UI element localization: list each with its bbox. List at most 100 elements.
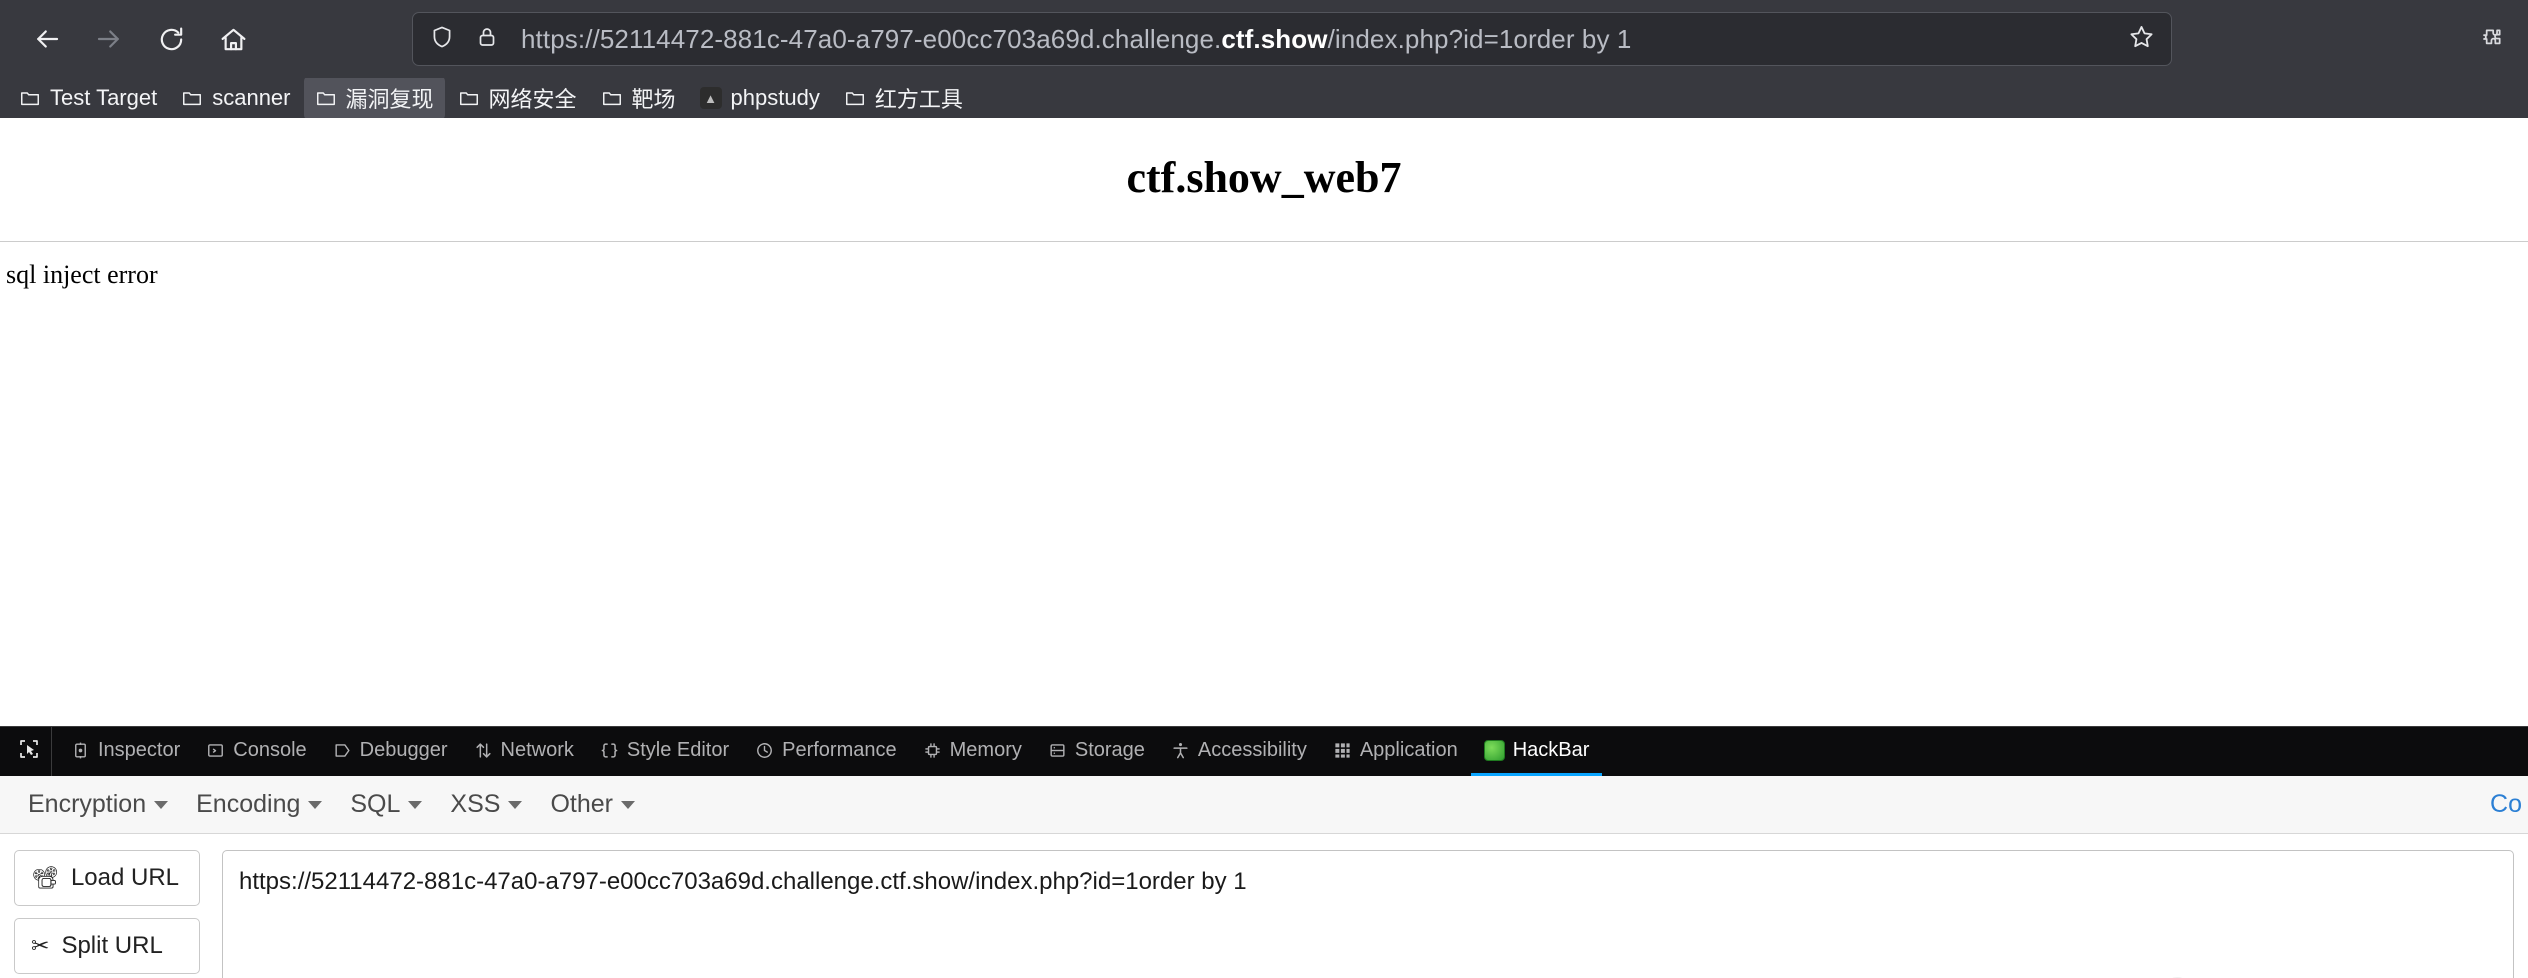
hackbar-menu-label: Other — [550, 790, 613, 818]
hackbar-panel: Encryption Encoding SQL XSS Other Co 📽 L… — [0, 776, 2528, 978]
folder-icon — [458, 87, 480, 109]
site-favicon: ▲ — [699, 87, 722, 109]
devtools-tab-hackbar[interactable]: HackBar — [1470, 727, 1603, 776]
split-url-icon: ✂ — [31, 933, 50, 958]
hackbar-menu-label: Encoding — [196, 790, 301, 818]
hackbar-menu-encryption[interactable]: Encryption — [14, 784, 182, 825]
devtools-toolbar: Inspector Console Debugger Network Style… — [0, 726, 2528, 776]
hackbar-menu-label: Encryption — [28, 790, 147, 818]
star-outline-icon — [2128, 23, 2155, 55]
hackbar-menu-label: XSS — [450, 790, 501, 818]
hackbar-url-textarea[interactable]: https://52114472-881c-47a0-a797-e00cc703… — [222, 850, 2514, 978]
devtools-tab-application[interactable]: Application — [1320, 727, 1471, 776]
arrow-right-icon — [94, 24, 124, 54]
arrow-left-icon — [32, 24, 62, 54]
chevron-down-icon — [308, 800, 323, 809]
bookmark-label: scanner — [212, 85, 291, 110]
browser-toolbar: https://52114472-881c-47a0-a797-e00cc703… — [0, 0, 2528, 78]
page-title: ctf.show_web7 — [1126, 153, 1402, 202]
split-url-button[interactable]: ✂ Split URL — [14, 918, 200, 974]
hackbar-menu-other[interactable]: Other — [536, 784, 649, 825]
hackbar-body: 📽 Load URL ✂ Split URL ▶ Execute https:/… — [0, 834, 2528, 978]
devtools-tab-console[interactable]: Console — [193, 727, 319, 776]
element-picker-button[interactable] — [6, 727, 52, 776]
performance-icon — [755, 741, 774, 760]
application-icon — [1333, 741, 1352, 760]
accessibility-icon — [1171, 741, 1190, 760]
hackbar-button-column: 📽 Load URL ✂ Split URL ▶ Execute — [14, 850, 200, 978]
hackbar-menu-encoding[interactable]: Encoding — [182, 784, 336, 825]
debugger-icon — [333, 741, 352, 760]
devtools-tab-label: Network — [500, 738, 574, 761]
hackbar-menubar: Encryption Encoding SQL XSS Other Co — [0, 776, 2528, 834]
bookmark-label: 靶场 — [631, 87, 676, 112]
hackbar-menu-label: SQL — [350, 790, 401, 818]
url-bar[interactable]: https://52114472-881c-47a0-a797-e00cc703… — [412, 12, 2172, 66]
url-prefix: https://52114472-881c-47a0-a797-e00cc703… — [521, 23, 1222, 54]
devtools-tab-style-editor[interactable]: Style Editor — [587, 727, 742, 776]
folder-icon — [315, 87, 337, 109]
devtools-tab-label: Performance — [782, 738, 897, 761]
bookmark-star-button[interactable] — [2128, 23, 2155, 55]
folder-icon — [844, 87, 866, 109]
network-icon — [474, 741, 493, 760]
devtools-tab-label: Application — [1359, 738, 1458, 761]
bookmark-label: phpstudy — [730, 85, 820, 110]
urlbar-identity-icons — [429, 24, 499, 55]
phpstudy-favicon: ▲ — [699, 87, 722, 109]
chevron-down-icon — [408, 800, 423, 809]
shield-icon[interactable] — [429, 24, 455, 55]
bookmark-item[interactable]: 靶场 — [590, 76, 687, 120]
style-editor-icon — [600, 741, 619, 760]
memory-icon — [923, 741, 942, 760]
reload-button[interactable] — [142, 10, 200, 68]
bookmark-item[interactable]: ▲ phpstudy — [689, 79, 831, 117]
element-picker-icon — [17, 737, 41, 766]
bookmarks-bar: Test Target scanner 漏洞复现 网络安全 靶场 ▲ phpst… — [0, 76, 2528, 120]
bookmark-label: 红方工具 — [874, 87, 963, 112]
lock-icon[interactable] — [475, 25, 499, 54]
devtools-tab-label: HackBar — [1512, 738, 1590, 761]
devtools-tab-label: Memory — [949, 738, 1022, 761]
page-content: ctf.show_web7 sql inject error — [0, 118, 2528, 726]
devtools-tab-inspector[interactable]: Inspector — [58, 727, 193, 776]
devtools-tab-storage[interactable]: Storage — [1035, 727, 1158, 776]
devtools-tab-accessibility[interactable]: Accessibility — [1158, 727, 1320, 776]
split-url-label: Split URL — [61, 932, 163, 959]
devtools-tab-label: Accessibility — [1197, 738, 1307, 761]
chevron-down-icon — [620, 800, 635, 809]
devtools-tab-debugger[interactable]: Debugger — [320, 727, 461, 776]
devtools-tab-network[interactable]: Network — [461, 727, 587, 776]
chrome-right-controls — [2462, 10, 2520, 68]
bookmark-label: 网络安全 — [488, 87, 577, 112]
bookmark-item[interactable]: 红方工具 — [833, 76, 974, 120]
hackbar-menu-sql[interactable]: SQL — [336, 784, 436, 825]
storage-icon — [1048, 741, 1067, 760]
back-button[interactable] — [18, 10, 76, 68]
hackbar-right-link[interactable]: Co — [2490, 790, 2522, 819]
page-message: sql inject error — [6, 260, 158, 289]
devtools-tab-label: Inspector — [98, 738, 181, 761]
load-url-button[interactable]: 📽 Load URL — [14, 850, 200, 906]
home-icon — [219, 25, 248, 54]
reload-icon — [157, 25, 186, 54]
url-text[interactable]: https://52114472-881c-47a0-a797-e00cc703… — [521, 24, 2114, 55]
navigation-buttons — [18, 10, 262, 68]
folder-icon — [19, 87, 41, 109]
chevron-down-icon — [154, 800, 169, 809]
devtools-tab-memory[interactable]: Memory — [910, 727, 1035, 776]
extensions-button[interactable] — [2462, 10, 2520, 68]
bookmark-item[interactable]: 网络安全 — [447, 76, 588, 120]
puzzle-icon — [2478, 26, 2504, 52]
load-url-label: Load URL — [70, 864, 180, 891]
home-button[interactable] — [204, 10, 262, 68]
forward-button[interactable] — [80, 10, 138, 68]
bookmark-item[interactable]: 漏洞复现 — [303, 76, 445, 120]
console-icon — [206, 741, 225, 760]
hackbar-menu-xss[interactable]: XSS — [436, 784, 536, 825]
bookmark-item[interactable]: Test Target — [8, 79, 168, 117]
bookmark-item[interactable]: scanner — [170, 79, 301, 117]
chevron-down-icon — [508, 800, 523, 809]
devtools-tab-performance[interactable]: Performance — [742, 727, 910, 776]
bookmark-label: Test Target — [50, 85, 158, 110]
